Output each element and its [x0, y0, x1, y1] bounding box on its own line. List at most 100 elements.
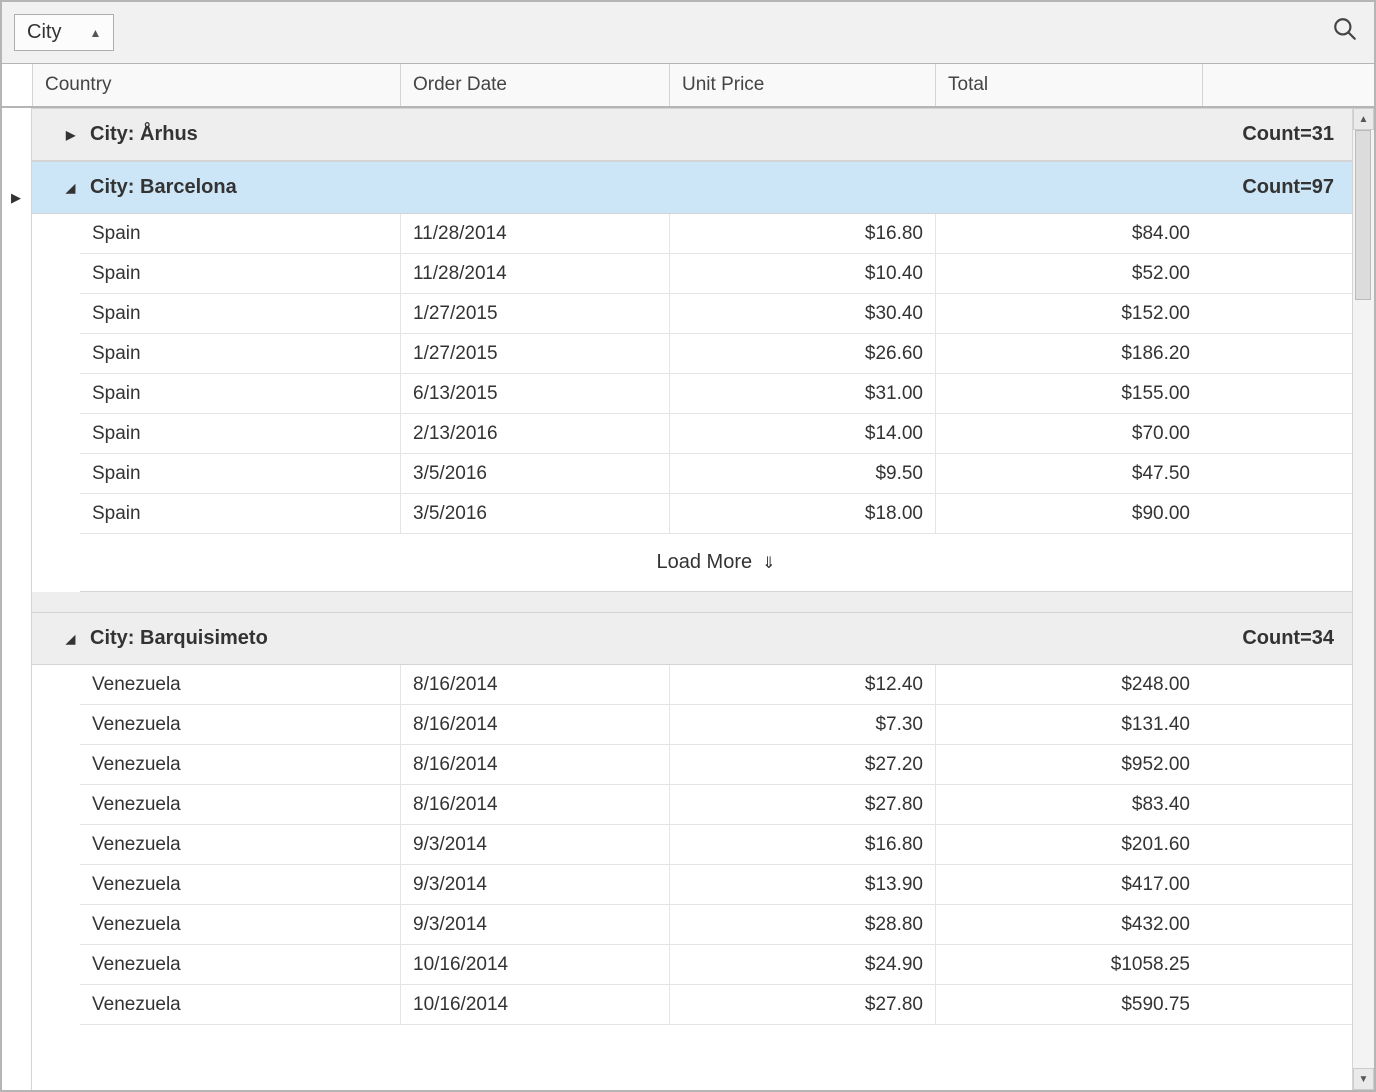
table-row[interactable]: Venezuela 9/3/2014 $16.80 $201.60	[80, 825, 1352, 865]
column-headers: Country Order Date Unit Price Total	[2, 64, 1374, 108]
load-more-icon: ⇓	[762, 553, 775, 573]
scroll-up-button[interactable]: ▲	[1353, 108, 1374, 130]
table-row[interactable]: Spain 2/13/2016 $14.00 $70.00	[80, 414, 1352, 454]
table-row[interactable]: Spain 3/5/2016 $9.50 $47.50	[80, 454, 1352, 494]
cell-total: $590.75	[935, 985, 1202, 1024]
cell-unit-price: $12.40	[669, 665, 935, 704]
scroll-thumb[interactable]	[1355, 130, 1371, 300]
group-count-label: Count=31	[1242, 123, 1334, 146]
cell-order-date: 11/28/2014	[400, 254, 669, 293]
search-button[interactable]	[1328, 12, 1362, 53]
data-grid: City ▲ Country Order Date Unit Price Tot…	[0, 0, 1376, 1092]
table-row[interactable]: Spain 11/28/2014 $10.40 $52.00	[80, 254, 1352, 294]
table-row[interactable]: Venezuela 9/3/2014 $13.90 $417.00	[80, 865, 1352, 905]
group-header-row[interactable]: ▶ City: Århus Count=31	[32, 108, 1352, 161]
search-icon	[1332, 16, 1358, 42]
table-row[interactable]: Spain 3/5/2016 $18.00 $90.00	[80, 494, 1352, 534]
collapse-icon[interactable]: ◢	[66, 181, 80, 195]
cell-country: Venezuela	[80, 905, 400, 944]
cell-country: Venezuela	[80, 985, 400, 1024]
cell-country: Spain	[80, 454, 400, 493]
cell-order-date: 1/27/2015	[400, 334, 669, 373]
table-row[interactable]: Spain 1/27/2015 $26.60 $186.20	[80, 334, 1352, 374]
load-more-button[interactable]: Load More ⇓	[80, 534, 1352, 592]
cell-total: $52.00	[935, 254, 1202, 293]
column-header-country[interactable]: Country	[32, 64, 400, 106]
cell-order-date: 9/3/2014	[400, 905, 669, 944]
table-row[interactable]: Venezuela 8/16/2014 $27.80 $83.40	[80, 785, 1352, 825]
table-row[interactable]: Venezuela 9/3/2014 $28.80 $432.00	[80, 905, 1352, 945]
table-row[interactable]: Venezuela 10/16/2014 $27.80 $590.75	[80, 985, 1352, 1025]
cell-country: Venezuela	[80, 865, 400, 904]
cell-order-date: 8/16/2014	[400, 785, 669, 824]
column-header-total[interactable]: Total	[935, 64, 1202, 106]
cell-unit-price: $9.50	[669, 454, 935, 493]
cell-unit-price: $16.80	[669, 825, 935, 864]
scrollbar-header-spacer	[1202, 64, 1227, 106]
table-row[interactable]: Spain 6/13/2015 $31.00 $155.00	[80, 374, 1352, 414]
cell-unit-price: $30.40	[669, 294, 935, 333]
cell-country: Spain	[80, 254, 400, 293]
cell-total: $155.00	[935, 374, 1202, 413]
cell-order-date: 8/16/2014	[400, 665, 669, 704]
cell-country: Venezuela	[80, 745, 400, 784]
expand-icon[interactable]: ▶	[66, 128, 80, 142]
expand-column-header	[2, 64, 32, 108]
cell-total: $152.00	[935, 294, 1202, 333]
cell-order-date: 8/16/2014	[400, 745, 669, 784]
group-label: City: Århus	[90, 123, 198, 146]
cell-country: Venezuela	[80, 665, 400, 704]
cell-unit-price: $16.80	[669, 214, 935, 253]
cell-total: $70.00	[935, 414, 1202, 453]
table-row[interactable]: Venezuela 8/16/2014 $7.30 $131.40	[80, 705, 1352, 745]
cell-total: $47.50	[935, 454, 1202, 493]
group-count-label: Count=34	[1242, 627, 1334, 650]
table-row[interactable]: Venezuela 8/16/2014 $27.20 $952.00	[80, 745, 1352, 785]
cell-order-date: 10/16/2014	[400, 945, 669, 984]
table-row[interactable]: Spain 11/28/2014 $16.80 $84.00	[80, 214, 1352, 254]
group-header-left: ▶ City: Århus	[66, 123, 198, 146]
cell-country: Spain	[80, 214, 400, 253]
group-header-row[interactable]: ◢ City: Barcelona Count=97	[32, 161, 1352, 214]
cell-country: Spain	[80, 374, 400, 413]
cell-unit-price: $13.90	[669, 865, 935, 904]
row-expand-indicator-icon[interactable]: ▶	[11, 190, 21, 206]
group-header-row[interactable]: ◢ City: Barquisimeto Count=34	[32, 612, 1352, 665]
cell-country: Spain	[80, 494, 400, 533]
cell-order-date: 3/5/2016	[400, 494, 669, 533]
table-row[interactable]: Venezuela 10/16/2014 $24.90 $1058.25	[80, 945, 1352, 985]
cell-total: $83.40	[935, 785, 1202, 824]
group-by-chip[interactable]: City ▲	[14, 14, 114, 51]
cell-unit-price: $7.30	[669, 705, 935, 744]
table-row[interactable]: Spain 1/27/2015 $30.40 $152.00	[80, 294, 1352, 334]
cell-country: Spain	[80, 294, 400, 333]
cell-total: $432.00	[935, 905, 1202, 944]
cell-total: $248.00	[935, 665, 1202, 704]
column-header-unit-price[interactable]: Unit Price	[669, 64, 935, 106]
scroll-track[interactable]	[1353, 130, 1374, 1068]
cell-unit-price: $10.40	[669, 254, 935, 293]
cell-total: $90.00	[935, 494, 1202, 533]
cell-country: Spain	[80, 334, 400, 373]
cell-country: Venezuela	[80, 825, 400, 864]
cell-unit-price: $26.60	[669, 334, 935, 373]
group-label: City: Barquisimeto	[90, 627, 268, 650]
cell-unit-price: $28.80	[669, 905, 935, 944]
collapse-icon[interactable]: ◢	[66, 632, 80, 646]
cell-unit-price: $27.80	[669, 985, 935, 1024]
table-row[interactable]: Venezuela 8/16/2014 $12.40 $248.00	[80, 665, 1352, 705]
cell-country: Spain	[80, 414, 400, 453]
cell-order-date: 6/13/2015	[400, 374, 669, 413]
group-chip-label: City	[27, 21, 61, 44]
grid-body: ▶ ▶ City: Århus Count=31 ◢ City: Barcelo…	[2, 108, 1374, 1090]
cell-total: $131.40	[935, 705, 1202, 744]
cell-total: $952.00	[935, 745, 1202, 784]
scroll-down-button[interactable]: ▼	[1353, 1068, 1374, 1090]
cell-order-date: 3/5/2016	[400, 454, 669, 493]
cell-order-date: 9/3/2014	[400, 865, 669, 904]
vertical-scrollbar[interactable]: ▲ ▼	[1352, 108, 1374, 1090]
column-header-order-date[interactable]: Order Date	[400, 64, 669, 106]
cell-unit-price: $31.00	[669, 374, 935, 413]
cell-total: $417.00	[935, 865, 1202, 904]
cell-country: Venezuela	[80, 705, 400, 744]
